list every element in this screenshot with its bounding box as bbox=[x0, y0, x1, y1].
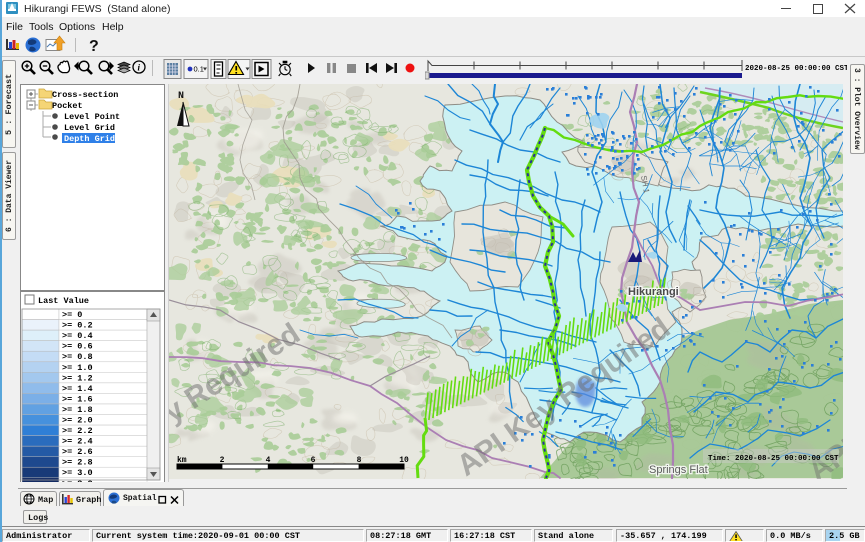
svg-text:Hikurangi: Hikurangi bbox=[628, 286, 679, 298]
svg-text:Pocket: Pocket bbox=[52, 101, 83, 111]
svg-text:>= 2.6: >= 2.6 bbox=[62, 447, 93, 457]
svg-text:N: N bbox=[178, 91, 184, 102]
svg-text:>= 0.8: >= 0.8 bbox=[62, 352, 93, 362]
svg-text:2: 2 bbox=[220, 456, 225, 465]
svg-text:Cross-section: Cross-section bbox=[52, 90, 118, 100]
svg-text:>= 0.6: >= 0.6 bbox=[62, 342, 93, 352]
svg-text:0.1: 0.1 bbox=[194, 65, 204, 74]
svg-text:>= 2.4: >= 2.4 bbox=[62, 437, 93, 447]
svg-text:>= 2.2: >= 2.2 bbox=[62, 426, 93, 436]
svg-text:6: 6 bbox=[311, 456, 316, 465]
svg-text:>= 0.4: >= 0.4 bbox=[62, 331, 93, 341]
svg-text:>= 1.4: >= 1.4 bbox=[62, 384, 93, 394]
svg-text:km: km bbox=[177, 456, 187, 465]
svg-text:?: ? bbox=[89, 38, 99, 55]
svg-text:>= 1.2: >= 1.2 bbox=[62, 373, 93, 383]
svg-text:>= 3.0: >= 3.0 bbox=[62, 468, 93, 478]
svg-text:i: i bbox=[138, 63, 141, 73]
svg-text:Last Value: Last Value bbox=[38, 296, 89, 306]
svg-text:Depth Grid: Depth Grid bbox=[64, 134, 115, 144]
svg-text:4: 4 bbox=[266, 456, 271, 465]
svg-text:Level Grid: Level Grid bbox=[64, 123, 115, 133]
svg-text:Time: 2020-08-25 00:00:00 CST: Time: 2020-08-25 00:00:00 CST bbox=[708, 455, 839, 463]
svg-text:>= 0: >= 0 bbox=[62, 310, 82, 320]
svg-text:>= 1.6: >= 1.6 bbox=[62, 394, 93, 404]
svg-text:>= 1.0: >= 1.0 bbox=[62, 363, 93, 373]
svg-text:>= 1.8: >= 1.8 bbox=[62, 405, 93, 415]
svg-text:Springs Flat: Springs Flat bbox=[649, 464, 708, 476]
svg-text:>= 2.0: >= 2.0 bbox=[62, 416, 93, 426]
svg-text:8: 8 bbox=[357, 456, 362, 465]
svg-text:2020-08-25 00:00:00 CST: 2020-08-25 00:00:00 CST bbox=[745, 65, 849, 73]
svg-text:10: 10 bbox=[399, 456, 409, 465]
svg-text:>= 2.8: >= 2.8 bbox=[62, 458, 93, 468]
svg-text:>= 0.2: >= 0.2 bbox=[62, 321, 93, 331]
svg-text:Level Point: Level Point bbox=[64, 112, 120, 122]
